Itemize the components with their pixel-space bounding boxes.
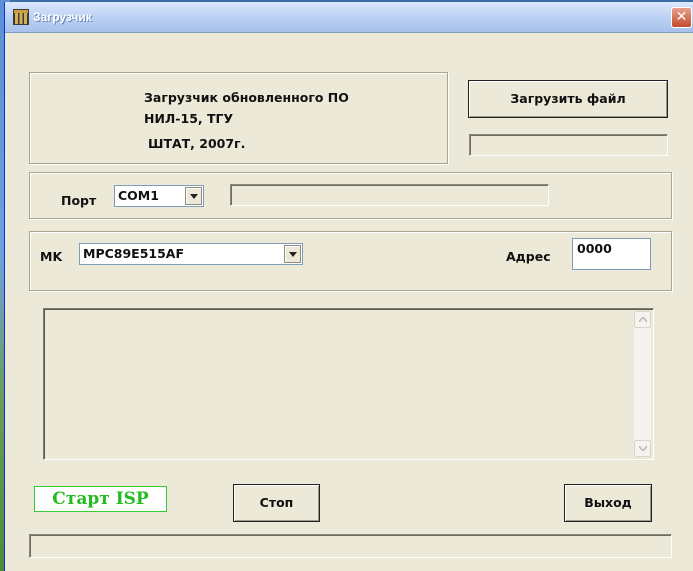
exit-button[interactable]: Выход	[564, 484, 652, 522]
address-value: 0000	[577, 241, 612, 256]
mk-value: MPC89E515AF	[83, 246, 185, 261]
title-bar[interactable]: Загрузчик ✕	[5, 2, 693, 33]
mk-select[interactable]: MPC89E515AF	[79, 243, 303, 265]
info-org: НИЛ-15, ТГУ	[144, 111, 234, 126]
info-title: Загрузчик обновленного ПО	[144, 90, 349, 105]
mk-panel: MK MPC89E515AF Адрес 0000	[29, 231, 672, 291]
scroll-up-icon[interactable]	[634, 311, 651, 328]
mk-label: MK	[40, 249, 63, 264]
log-textarea[interactable]	[43, 308, 654, 460]
port-value: COM1	[118, 188, 159, 203]
file-status-field	[469, 134, 668, 156]
port-select[interactable]: COM1	[114, 185, 204, 207]
app-icon	[13, 9, 29, 25]
start-isp-button[interactable]: Старт ISP	[34, 486, 167, 512]
log-scrollbar[interactable]	[634, 311, 651, 457]
status-bar	[29, 534, 672, 558]
loader-window: Загрузчик ✕ Загрузчик обновленного ПО НИ…	[4, 2, 693, 571]
close-icon[interactable]: ✕	[671, 7, 692, 28]
stop-button[interactable]: Стоп	[233, 484, 320, 522]
info-panel: Загрузчик обновленного ПО НИЛ-15, ТГУ ШТ…	[29, 72, 448, 164]
port-panel: Порт COM1	[29, 172, 672, 219]
window-title: Загрузчик	[33, 10, 92, 24]
address-input[interactable]: 0000	[572, 238, 651, 270]
load-file-button[interactable]: Загрузить файл	[468, 80, 668, 118]
scroll-down-icon[interactable]	[634, 440, 651, 457]
chevron-down-icon[interactable]	[284, 245, 301, 263]
chevron-down-icon[interactable]	[185, 187, 202, 205]
info-copyright: ШТАТ, 2007г.	[148, 136, 246, 151]
port-status-field	[230, 184, 549, 206]
address-label: Адрес	[506, 249, 551, 264]
port-label: Порт	[61, 193, 97, 208]
